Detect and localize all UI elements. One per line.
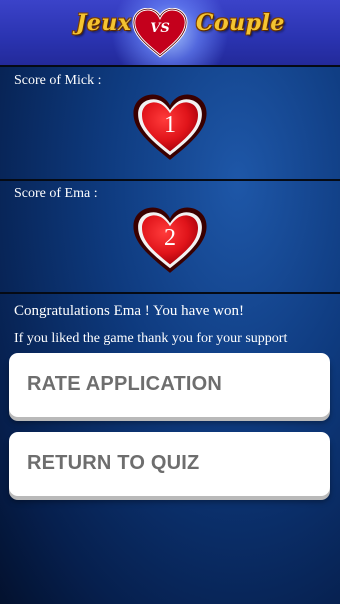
app-header: Jeux VS Couple: [0, 0, 340, 65]
rate-application-button[interactable]: RATE APPLICATION: [9, 353, 330, 417]
score-value: 1: [164, 112, 176, 138]
section-divider: [0, 179, 340, 181]
score-label: Score of Ema :: [14, 186, 98, 201]
win-message: Congratulations Ema ! You have won!: [14, 303, 244, 319]
score-label: Score of Mick :: [14, 73, 102, 88]
logo-text-right: Couple: [196, 10, 285, 36]
rate-application-label: RATE APPLICATION: [27, 373, 223, 395]
return-to-quiz-label: RETURN TO QUIZ: [27, 452, 200, 474]
score-value: 2: [164, 225, 176, 251]
section-divider: [0, 292, 340, 294]
header-divider: [0, 65, 340, 67]
logo-vs-text: VS: [150, 21, 170, 36]
logo-text-left: Jeux: [76, 10, 132, 36]
support-message: If you liked the game thank you for your…: [14, 331, 288, 346]
return-to-quiz-button[interactable]: RETURN TO QUIZ: [9, 432, 330, 496]
